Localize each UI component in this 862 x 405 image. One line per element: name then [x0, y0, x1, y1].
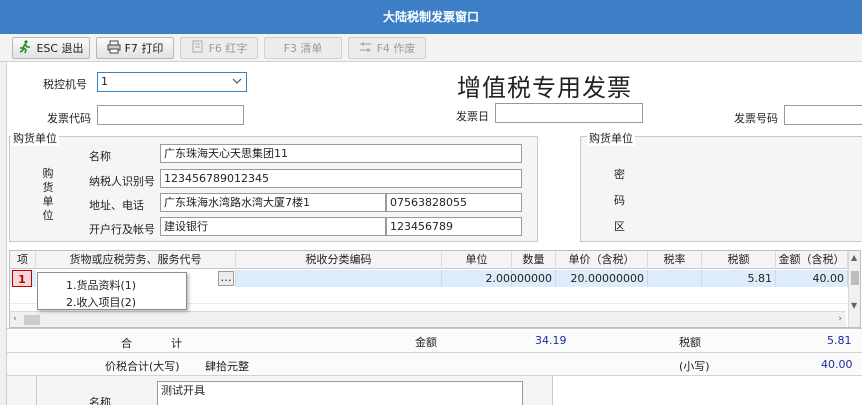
invoice-code-field[interactable] — [97, 105, 244, 125]
window-title: 大陆税制发票窗口 — [0, 0, 862, 34]
amount-label: 金额 — [415, 336, 437, 349]
tax-amount-cell[interactable]: 5.81 — [702, 270, 776, 287]
column-header: 税额 — [702, 251, 776, 269]
vertical-scroll-thumb[interactable] — [851, 271, 859, 285]
grand-total-row: 价税合计(大写) 肆拾元整 (小写) 40.00 — [7, 353, 862, 376]
buyer-bank-field[interactable]: 建设银行 — [160, 217, 386, 236]
cipher-group-title: 购货单位 — [587, 130, 635, 146]
buyer-name-label: 名称 — [89, 150, 111, 163]
buyer-account-field[interactable]: 123456789 — [386, 217, 522, 236]
tax-total-label: 税额 — [679, 336, 701, 349]
column-header: 项 — [10, 251, 36, 269]
buyer-bank-label: 开户行及帐号 — [89, 223, 155, 236]
print-button[interactable]: F7 打印 — [96, 37, 174, 59]
row-index-marker: 1 — [12, 270, 32, 287]
tax-code-cell[interactable] — [236, 270, 442, 287]
tax-total-value: 5.81 — [827, 334, 852, 347]
invoice-title: 增值税专用发票 — [457, 74, 632, 102]
unit-price-cell[interactable]: 20.00000000 — [556, 270, 648, 287]
seller-name-field[interactable]: 测试开具 — [157, 381, 523, 405]
tax-machine-select[interactable]: 1 — [97, 72, 247, 92]
document-icon — [191, 40, 205, 56]
list-label: F3 清单 — [283, 42, 323, 55]
esc-exit-button[interactable]: ESC 退出 — [12, 37, 90, 59]
amount-total-value: 34.19 — [535, 334, 567, 347]
cipher-char: 密 — [614, 168, 625, 181]
void-button[interactable]: F4 作废 — [348, 37, 426, 59]
column-header: 税收分类编码 — [236, 251, 442, 269]
buyer-name-field[interactable]: 广东珠海天心天思集团11 — [160, 144, 522, 163]
total-label-1: 合 — [121, 337, 132, 350]
red-invoice-label: F6 红字 — [208, 42, 248, 55]
print-label: F7 打印 — [124, 42, 164, 55]
printer-icon — [107, 40, 121, 57]
amount-cell[interactable]: 40.00 — [776, 270, 848, 287]
buyer-phone-field[interactable]: 07563828055 — [386, 193, 522, 212]
scroll-up-icon[interactable]: ▲ — [851, 253, 857, 262]
invoice-form: 税控机号 1 增值税专用发票 发票代码 发票日 发票号码 购货单位 购 货 单 … — [6, 62, 862, 405]
tax-machine-value: 1 — [101, 75, 108, 88]
total-label-2: 计 — [171, 337, 182, 350]
invoice-date-label: 发票日 — [456, 110, 489, 123]
column-header: 税率 — [648, 251, 702, 269]
running-man-icon — [18, 39, 32, 57]
invoice-number-field[interactable] — [784, 105, 862, 125]
small-total-label: (小写) — [679, 360, 710, 373]
horizontal-scroll-thumb[interactable] — [24, 315, 40, 325]
grand-total-label: 价税合计(大写) — [105, 360, 180, 373]
invoice-number-label: 发票号码 — [734, 112, 778, 125]
menu-item-income[interactable]: 2.收入项目(2) — [66, 294, 136, 310]
buyer-address-field[interactable]: 广东珠海水湾路水湾大厦7楼1 — [160, 193, 386, 212]
buyer-side-char: 位 — [42, 209, 54, 222]
tax-rate-cell[interactable] — [648, 270, 702, 287]
seller-divider — [36, 376, 37, 405]
goods-table-header: 项 货物或应税劳务、服务代号 税收分类编码 单位 数量 单价（含税） 税率 税额… — [10, 251, 860, 269]
column-header: 单价（含税） — [556, 251, 648, 269]
vertical-scrollbar[interactable]: ▲ ▼ — [848, 251, 860, 327]
summary-section: 合 计 金额 34.19 税额 5.81 价税合计(大写) 肆拾元整 (小写) … — [7, 328, 862, 376]
cipher-char: 码 — [614, 194, 625, 207]
column-header: 金额（含税） — [776, 251, 848, 269]
void-label: F4 作废 — [376, 42, 416, 55]
buyer-tax-id-field[interactable]: 123456789012345 — [160, 169, 522, 188]
chevron-down-icon[interactable] — [230, 74, 244, 90]
total-row: 合 计 金额 34.19 税额 5.81 — [7, 329, 862, 353]
ellipsis-icon[interactable]: … — [218, 271, 234, 286]
seller-name-label: 名称 — [89, 396, 111, 405]
void-icon — [359, 41, 373, 56]
list-button[interactable]: F3 清单 — [264, 37, 342, 59]
red-invoice-button[interactable]: F6 红字 — [180, 37, 258, 59]
goods-popup-menu: 1.货品资料(1) 2.收入项目(2) — [37, 272, 187, 310]
toolbar: ESC 退出 F7 打印 F6 红字 F3 清单 F4 作废 — [0, 34, 862, 62]
buyer-address-label: 地址、电话 — [89, 199, 144, 212]
column-header: 货物或应税劳务、服务代号 — [36, 251, 236, 269]
seller-section: 名称 测试开具 — [7, 376, 862, 405]
column-header: 数量 — [512, 251, 556, 269]
scroll-left-icon[interactable]: ‹ — [13, 314, 17, 324]
horizontal-scrollbar[interactable]: ‹ › — [10, 311, 846, 327]
tax-machine-label: 税控机号 — [43, 78, 87, 91]
small-total-value: 40.00 — [821, 358, 853, 371]
esc-exit-label: ESC 退出 — [36, 42, 84, 55]
menu-item-goods[interactable]: 1.货品资料(1) — [66, 277, 136, 293]
buyer-tax-id-label: 纳税人识别号 — [89, 175, 155, 188]
seller-remark-area — [552, 376, 862, 405]
buyer-group-title: 购货单位 — [11, 130, 59, 146]
scroll-down-icon[interactable]: ▼ — [851, 301, 857, 310]
cipher-char: 区 — [614, 220, 625, 233]
invoice-date-field[interactable] — [495, 103, 643, 123]
grand-total-words: 肆拾元整 — [205, 360, 249, 373]
invoice-code-label: 发票代码 — [47, 112, 91, 125]
scroll-right-icon[interactable]: › — [838, 314, 842, 324]
column-header: 单位 — [442, 251, 512, 269]
quantity-cell[interactable]: 2.00000000 — [442, 270, 556, 287]
